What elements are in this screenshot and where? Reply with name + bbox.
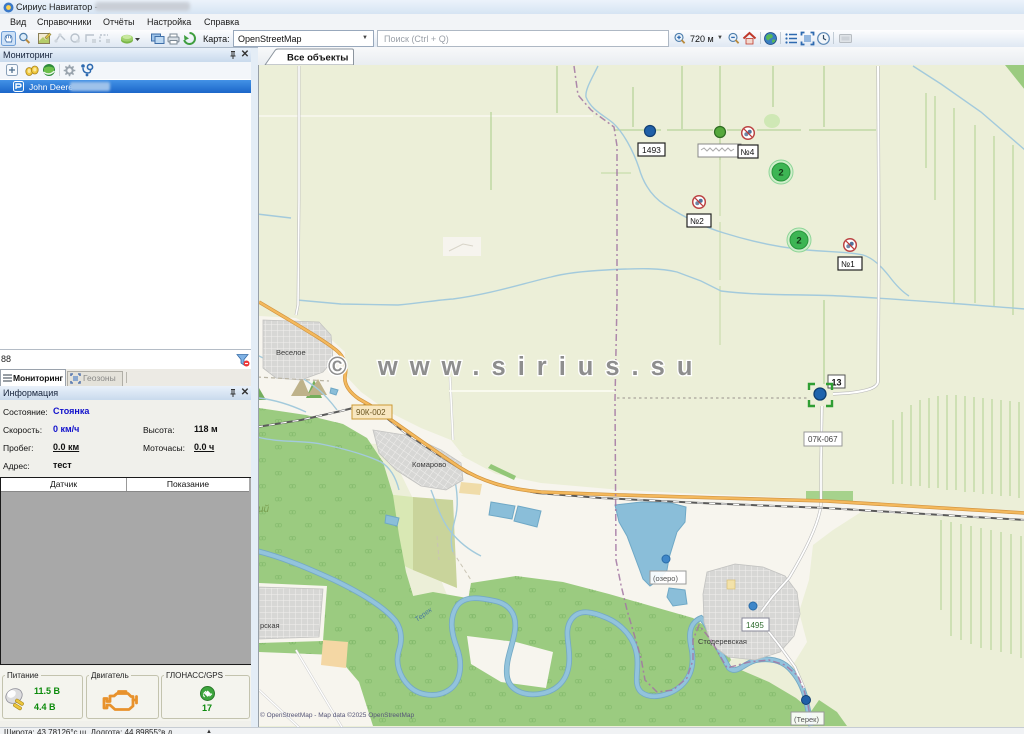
svg-text:Стодеревская: Стодеревская: [698, 637, 747, 646]
svg-text:© OpenStreetMap - Map data ©20: © OpenStreetMap - Map data ©2025 OpenStr…: [260, 711, 414, 719]
svg-text:90К-002: 90К-002: [356, 408, 386, 417]
svg-text:№2: №2: [690, 216, 704, 226]
svg-text:Все объекты: Все объекты: [287, 53, 348, 64]
svg-text:© www.sirius.su: © www.sirius.su: [328, 353, 704, 381]
svg-text:№4: №4: [741, 147, 755, 157]
svg-text:№1: №1: [841, 259, 855, 269]
svg-text:1495: 1495: [746, 621, 764, 630]
svg-text:(Терек): (Терек): [794, 715, 819, 724]
svg-text:(озеро): (озеро): [653, 574, 678, 583]
svg-text:ий: ий: [259, 504, 270, 515]
svg-text:Веселое: Веселое: [276, 348, 306, 357]
svg-text:рская: рская: [260, 621, 280, 630]
svg-text:07К-067: 07К-067: [808, 435, 838, 444]
svg-text:1493: 1493: [642, 145, 661, 155]
svg-text:Комарово: Комарово: [412, 460, 446, 469]
